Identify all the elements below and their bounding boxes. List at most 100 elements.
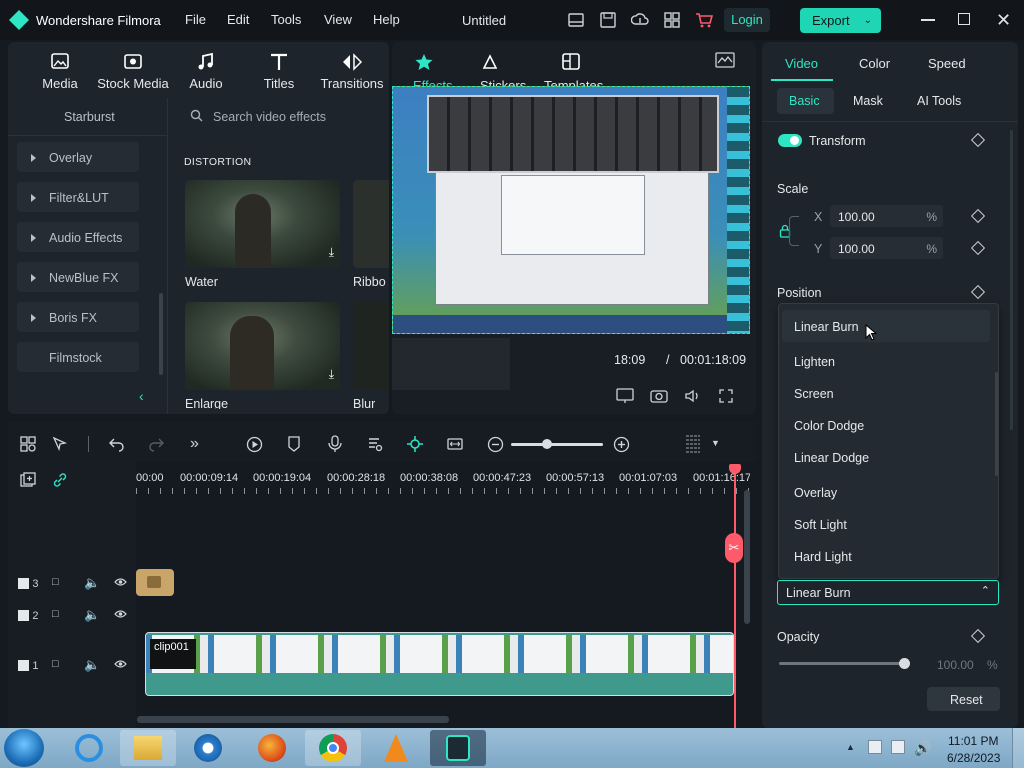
eye-icon[interactable]: [114, 609, 127, 619]
display-settings-icon[interactable]: [616, 388, 634, 404]
taskbar-vlc[interactable]: [368, 730, 424, 766]
sidebar-item-boris-fx[interactable]: Boris FX: [17, 302, 139, 332]
blend-option-hard-light[interactable]: Hard Light: [794, 550, 852, 564]
grid-apps-icon[interactable]: [663, 11, 681, 29]
mute-track-icon[interactable]: 🔈: [84, 607, 100, 623]
effect-thumb-enlarge[interactable]: ⤓: [185, 302, 340, 390]
save-icon[interactable]: [599, 11, 617, 29]
search-input[interactable]: Search video effects: [213, 110, 326, 124]
mute-track-icon[interactable]: 🔈: [84, 575, 100, 591]
tab-transitions[interactable]: Transitions: [317, 52, 387, 91]
eye-icon[interactable]: [114, 577, 127, 587]
reset-button[interactable]: Reset: [927, 687, 1000, 711]
dropdown-scrollbar[interactable]: [995, 372, 998, 476]
menu-help[interactable]: Help: [373, 12, 400, 27]
menu-edit[interactable]: Edit: [227, 12, 249, 27]
subtab-ai-tools[interactable]: AI Tools: [917, 94, 961, 108]
zoom-in-icon[interactable]: [613, 436, 630, 453]
sidebar-item-audio-effects[interactable]: Audio Effects: [17, 222, 139, 252]
clock-date[interactable]: 6/28/2023: [947, 751, 1000, 765]
download-icon[interactable]: ⤓: [329, 367, 334, 382]
subtab-mask[interactable]: Mask: [853, 94, 883, 108]
menu-file[interactable]: File: [185, 12, 206, 27]
tray-show-hidden-icon[interactable]: ▲: [846, 742, 855, 752]
sidebar-item-overlay[interactable]: Overlay: [17, 142, 139, 172]
add-track-icon[interactable]: [20, 472, 36, 488]
tray-network-icon[interactable]: [891, 740, 905, 754]
mute-track-icon[interactable]: 🔈: [84, 657, 100, 673]
show-desktop-button[interactable]: [1012, 728, 1024, 768]
layout-icon[interactable]: [567, 11, 585, 29]
lock-track-icon[interactable]: □: [52, 608, 59, 620]
waveform-monitor-icon[interactable]: [715, 52, 735, 68]
zoom-out-icon[interactable]: [487, 436, 504, 453]
sidebar-item-filter-lut[interactable]: Filter&LUT: [17, 182, 139, 212]
chevron-down-icon[interactable]: ⌄: [864, 8, 872, 33]
sidebar-header[interactable]: Starburst: [64, 110, 115, 124]
start-button[interactable]: [4, 729, 44, 767]
blend-option-lighten[interactable]: Lighten: [794, 355, 835, 369]
redo-icon[interactable]: [148, 436, 164, 452]
subtab-basic[interactable]: Basic: [777, 88, 834, 114]
eye-icon[interactable]: [114, 659, 127, 669]
marker-icon[interactable]: [287, 436, 301, 453]
taskbar-media-player[interactable]: [180, 730, 236, 766]
sidebar-item-filmstock[interactable]: Filmstock: [17, 342, 139, 372]
playhead-line[interactable]: [734, 470, 736, 728]
opacity-slider-knob[interactable]: [899, 658, 910, 669]
collapse-sidebar-icon[interactable]: ‹: [139, 388, 144, 404]
taskbar-firefox[interactable]: [244, 730, 300, 766]
blend-option-overlay[interactable]: Overlay: [794, 486, 837, 500]
fit-timeline-icon[interactable]: [447, 436, 463, 452]
select-tool-icon[interactable]: [52, 436, 68, 452]
login-button[interactable]: Login: [724, 8, 770, 32]
zoom-slider-track[interactable]: [511, 443, 603, 446]
opacity-value[interactable]: 100.00: [937, 658, 974, 672]
effect-thumb-water[interactable]: ⤓: [185, 180, 340, 268]
tray-flag-icon[interactable]: [868, 740, 882, 754]
undo-icon[interactable]: [109, 436, 125, 452]
blend-option-linear-dodge[interactable]: Linear Dodge: [794, 451, 869, 465]
scissor-split-icon[interactable]: ✂: [725, 533, 743, 563]
track-layout-icon[interactable]: [685, 434, 701, 454]
tab-templates[interactable]: Templates: [544, 52, 603, 86]
tab-media[interactable]: Media: [25, 52, 95, 91]
effect-thumb-ribbon[interactable]: [353, 180, 389, 268]
properties-scrollbar[interactable]: [1010, 130, 1013, 430]
taskbar-chrome[interactable]: [305, 730, 361, 766]
clock-time[interactable]: 11:01 PM: [948, 734, 998, 748]
video-clip-track-1[interactable]: clip001: [145, 632, 734, 696]
opacity-slider-track[interactable]: [779, 662, 905, 665]
taskbar-filmora[interactable]: [430, 730, 486, 766]
close-icon[interactable]: ✕: [996, 10, 1011, 31]
lock-track-icon[interactable]: □: [52, 658, 59, 670]
render-icon[interactable]: [246, 436, 263, 453]
tab-titles[interactable]: Titles: [244, 52, 314, 91]
taskbar-explorer[interactable]: [120, 730, 176, 766]
chevron-down-icon[interactable]: ▼: [711, 438, 720, 448]
export-button[interactable]: Export ⌄: [800, 8, 881, 33]
volume-icon[interactable]: [684, 388, 702, 404]
tab-audio[interactable]: Audio: [171, 52, 241, 91]
tab-video[interactable]: Video: [785, 56, 818, 71]
timeline-vscrollbar[interactable]: [744, 490, 750, 624]
cloud-upload-icon[interactable]: [631, 11, 649, 29]
restore-icon[interactable]: [958, 13, 970, 25]
zoom-slider-knob[interactable]: [542, 439, 552, 449]
preview-video[interactable]: [392, 86, 750, 334]
blend-option-linear-burn[interactable]: Linear Burn: [794, 320, 859, 334]
tab-color[interactable]: Color: [859, 56, 890, 71]
effect-clip-track-3[interactable]: [136, 569, 174, 596]
lock-track-icon[interactable]: □: [52, 576, 59, 588]
effect-thumb-blur[interactable]: [353, 302, 389, 390]
menu-tools[interactable]: Tools: [271, 12, 301, 27]
sidebar-scrollbar[interactable]: [159, 293, 163, 375]
tab-speed[interactable]: Speed: [928, 56, 966, 71]
current-time[interactable]: 18:09: [614, 353, 645, 367]
taskbar-ie[interactable]: [61, 730, 117, 766]
transform-toggle[interactable]: [778, 134, 802, 147]
download-icon[interactable]: ⤓: [329, 245, 334, 260]
timeline-hscrollbar[interactable]: [137, 716, 449, 723]
cart-icon[interactable]: [695, 11, 713, 29]
link-icon[interactable]: [52, 472, 68, 488]
